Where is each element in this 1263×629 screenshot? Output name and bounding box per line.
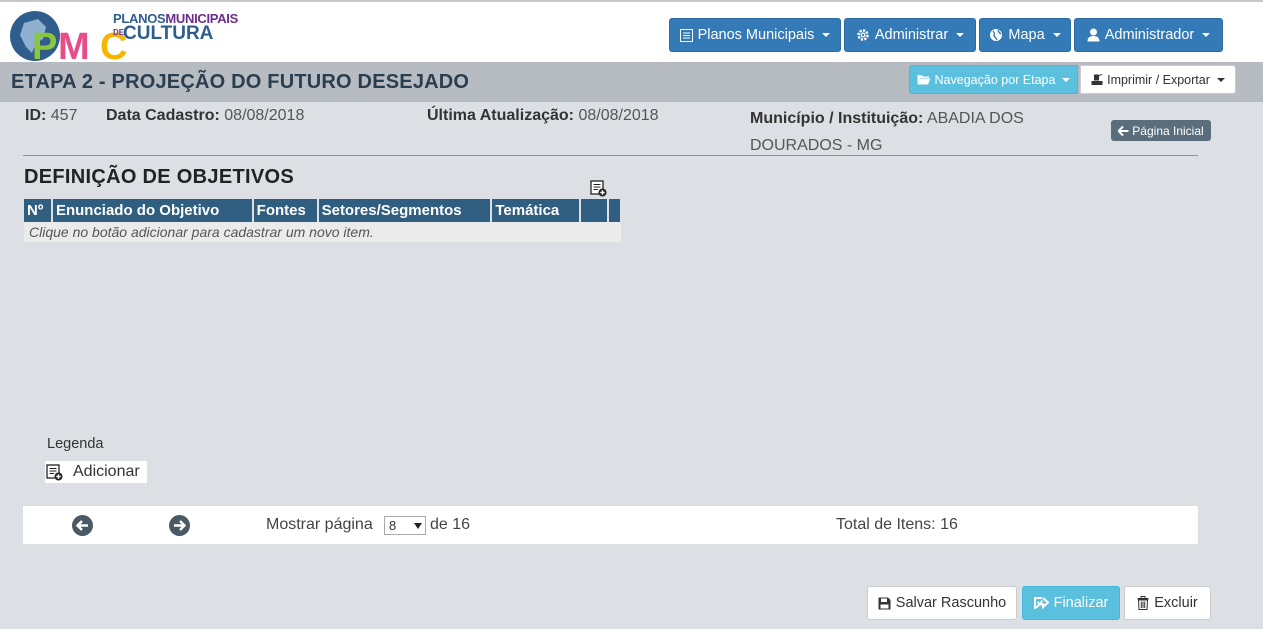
previous-page-button[interactable]	[72, 515, 93, 536]
page-select-value: 8	[389, 518, 397, 533]
dropdown-arrow-icon	[414, 523, 422, 529]
globe-icon	[990, 29, 1003, 41]
data-cadastro-label: Data Cadastro:	[106, 107, 220, 124]
section-title: DEFINIÇÃO DE OBJETIVOS	[24, 166, 294, 188]
print-icon	[1091, 73, 1103, 85]
caret-down-icon	[1216, 77, 1225, 82]
legend-add-label: Adicionar	[73, 463, 140, 480]
ultima-atualizacao-value: 08/08/2018	[578, 107, 659, 124]
imprimir-label: Imprimir / Exportar	[1107, 72, 1210, 87]
logo-text-bottom: DECULTURA	[113, 23, 213, 45]
caret-down-icon	[956, 33, 965, 37]
empty-message: Clique no botão adicionar para cadastrar…	[24, 222, 621, 242]
page-title: ETAPA 2 - PROJEÇÃO DO FUTURO DESEJADO	[11, 71, 470, 93]
nav-administrador[interactable]: Administrador	[1074, 18, 1223, 52]
trash-icon	[1137, 596, 1149, 610]
col-enunciado: Enunciado do Objetivo	[51, 199, 254, 222]
col-action-2	[608, 199, 622, 222]
add-item-icon[interactable]	[590, 180, 607, 197]
svg-text:P: P	[32, 26, 57, 63]
title-bar: ETAPA 2 - PROJEÇÃO DO FUTURO DESEJADO Na…	[0, 62, 1263, 102]
ultima-atualizacao-label: Última Atualização:	[427, 107, 574, 124]
municipio-label: Município / Instituição:	[750, 110, 924, 127]
mostrar-pagina-label: Mostrar página	[266, 516, 373, 533]
pmc-logo[interactable]: P M C PLANOSMUNICIPAIS DECULTURA	[6, 6, 251, 63]
nav-label: Administrar	[874, 27, 949, 43]
check-share-icon	[1033, 596, 1049, 609]
col-numero: Nº	[24, 199, 53, 222]
navegacao-por-etapa-button[interactable]: Navegação por Etapa	[909, 65, 1078, 94]
finalizar-label: Finalizar	[1053, 595, 1109, 611]
col-action-1	[580, 199, 609, 222]
pager: Mostrar página 8 de 16 Total de Itens: 1…	[23, 506, 1198, 544]
id-label: ID:	[25, 107, 47, 124]
caret-down-icon	[1062, 77, 1071, 82]
caret-down-icon	[1052, 33, 1061, 37]
page-select[interactable]: 8	[384, 516, 426, 535]
col-fontes: Fontes	[252, 199, 319, 222]
legend-title: Legenda	[47, 436, 104, 452]
user-icon	[1087, 28, 1100, 42]
table-empty-row: Clique no botão adicionar para cadastrar…	[24, 222, 621, 242]
caret-down-icon	[822, 33, 831, 37]
info-id: ID: 457	[25, 107, 77, 125]
legend-add-item: Adicionar	[45, 461, 147, 483]
list-icon	[679, 28, 693, 42]
salvar-label: Salvar Rascunho	[895, 595, 1007, 611]
nav-label: Mapa	[1008, 27, 1045, 43]
pagina-inicial-label: Página Inicial	[1132, 123, 1204, 138]
nav-mapa[interactable]: Mapa	[979, 18, 1071, 52]
arrow-left-icon	[1118, 125, 1129, 136]
page-count-label: de 16	[430, 516, 471, 533]
info-ultima-atualizacao: Última Atualização: 08/08/2018	[427, 107, 659, 125]
logo-word-de: DE	[113, 28, 125, 37]
nav-administrar[interactable]: Administrar	[844, 18, 976, 52]
gear-icon	[857, 29, 869, 41]
navegacao-label: Navegação por Etapa	[934, 72, 1056, 87]
info-municipio: Município / Instituição: ABADIA DOS DOUR…	[750, 105, 1080, 159]
total-itens-label: Total de Itens: 16	[836, 516, 958, 533]
objetivos-table: Nº Enunciado do Objetivo Fontes Setores/…	[24, 199, 622, 242]
top-navbar: P M C PLANOSMUNICIPAIS DECULTURA Planos …	[0, 0, 1263, 63]
data-cadastro-value: 08/08/2018	[224, 107, 305, 124]
nav-planos-municipais[interactable]: Planos Municipais	[669, 18, 841, 52]
imprimir-exportar-button[interactable]: Imprimir / Exportar	[1080, 65, 1236, 94]
svg-text:M: M	[58, 26, 90, 63]
nav-label: Planos Municipais	[697, 27, 815, 43]
excluir-button[interactable]: Excluir	[1124, 586, 1211, 620]
info-data-cadastro: Data Cadastro: 08/08/2018	[106, 107, 304, 125]
caret-down-icon	[1202, 33, 1211, 37]
excluir-label: Excluir	[1154, 595, 1198, 611]
nav-label: Administrador	[1104, 27, 1195, 43]
col-tematica: Temática	[491, 199, 582, 222]
salvar-rascunho-button[interactable]: Salvar Rascunho	[867, 586, 1017, 620]
table-header-row: Nº Enunciado do Objetivo Fontes Setores/…	[24, 199, 622, 222]
id-value: 457	[50, 107, 78, 124]
logo-word-cultura: CULTURA	[123, 23, 214, 44]
add-item-icon	[46, 463, 63, 480]
arrow-right-icon	[174, 520, 186, 531]
arrow-left-icon	[76, 520, 88, 531]
next-page-button[interactable]	[169, 515, 190, 536]
pagina-inicial-button[interactable]: Página Inicial	[1111, 120, 1211, 141]
floppy-disk-icon	[878, 597, 891, 609]
col-setores: Setores/Segmentos	[317, 199, 493, 222]
divider	[23, 155, 1198, 156]
folder-open-icon	[917, 75, 931, 85]
finalizar-button[interactable]: Finalizar	[1022, 586, 1120, 620]
